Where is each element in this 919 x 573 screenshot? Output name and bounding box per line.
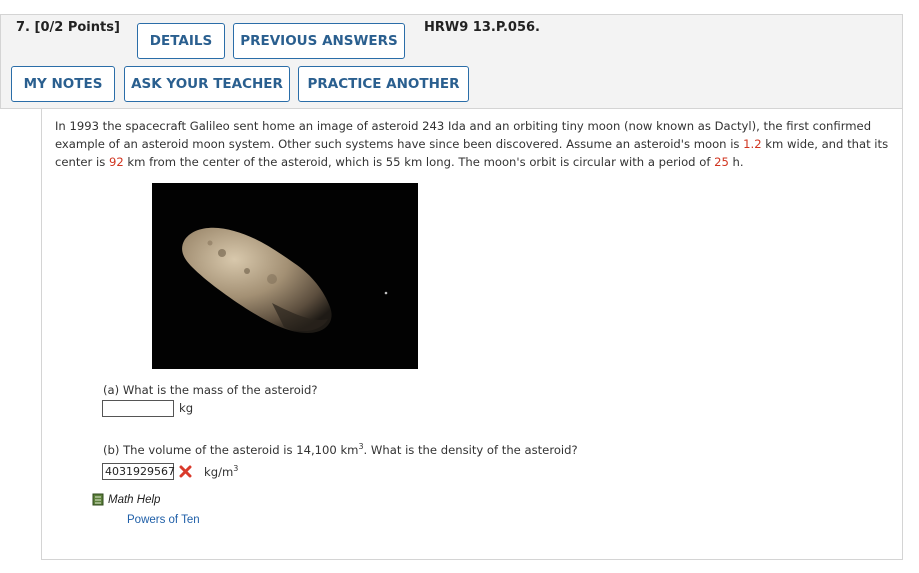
ask-your-teacher-button[interactable]: ASK YOUR TEACHER bbox=[124, 66, 290, 102]
part-a-answer-input[interactable] bbox=[102, 400, 174, 417]
practice-another-button[interactable]: PRACTICE ANOTHER bbox=[298, 66, 469, 102]
powers-of-ten-link[interactable]: Powers of Ten bbox=[127, 514, 200, 526]
part-b-answer-input[interactable]: 4031929567 bbox=[102, 463, 175, 480]
period-value: 25 bbox=[714, 155, 729, 169]
part-b-unit-text: kg/m bbox=[204, 464, 234, 479]
part-b-unit: kg/m3 bbox=[204, 464, 238, 479]
my-notes-button[interactable]: MY NOTES bbox=[11, 66, 115, 102]
part-a-unit: kg bbox=[179, 401, 194, 415]
part-a-question: (a) What is the mass of the asteroid? bbox=[103, 383, 318, 397]
part-b-question-text: . What is the density of the asteroid? bbox=[363, 442, 578, 457]
previous-answers-button[interactable]: PREVIOUS ANSWERS bbox=[233, 23, 405, 59]
problem-statement: In 1993 the spacecraft Galileo sent home… bbox=[55, 117, 895, 171]
details-button[interactable]: DETAILS bbox=[137, 23, 225, 59]
part-b-unit-superscript: 3 bbox=[233, 464, 239, 473]
problem-code: HRW9 13.P.056. bbox=[424, 20, 540, 35]
math-help-label: Math Help bbox=[108, 493, 161, 506]
question-number: 7. bbox=[16, 20, 30, 35]
moon-width-value: 1.2 bbox=[743, 137, 762, 151]
points-label: [0/2 Points] bbox=[34, 20, 120, 35]
part-b-question: (b) The volume of the asteroid is 14,100… bbox=[103, 442, 578, 457]
asteroid-photo bbox=[152, 183, 418, 369]
distance-value: 92 bbox=[108, 155, 124, 169]
incorrect-x-icon bbox=[179, 465, 192, 478]
problem-text: h. bbox=[728, 155, 744, 169]
question-points: 7. [0/2 Points] bbox=[16, 20, 120, 35]
book-icon bbox=[92, 493, 104, 506]
asteroid-ida-image bbox=[152, 183, 418, 369]
problem-text: km from the center of the asteroid, whic… bbox=[123, 155, 715, 169]
part-b-question-text: (b) The volume of the asteroid is 14,100… bbox=[103, 442, 359, 457]
math-help: Math Help bbox=[92, 493, 160, 506]
